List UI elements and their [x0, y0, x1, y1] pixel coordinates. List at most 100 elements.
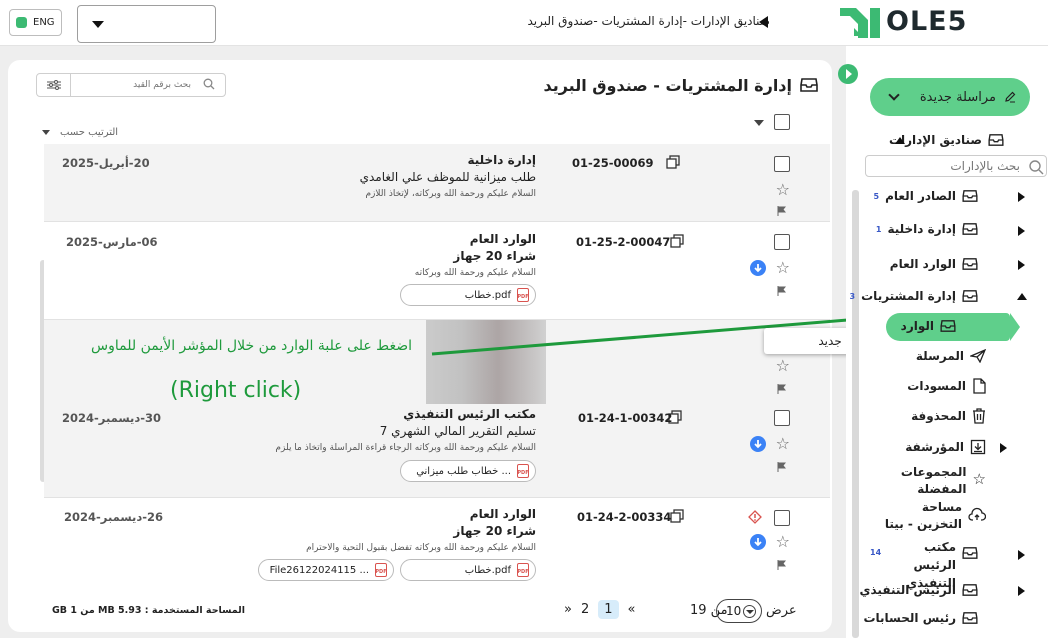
message-row[interactable]: ☆ 01-24-2-00334 الوارد العام شراء 20 جها… [44, 498, 830, 594]
sidebar-scrollbar[interactable] [852, 190, 859, 638]
pen-icon [1005, 91, 1016, 103]
sort-label: الترتيب حسب [60, 127, 119, 138]
flag-icon[interactable] [777, 286, 786, 296]
sidebar-search [865, 155, 1047, 177]
language-toggle[interactable]: ENG [9, 9, 62, 36]
star-icon[interactable]: ☆ [776, 356, 790, 375]
message-department: الوارد العام [469, 232, 536, 246]
annotation-english: (Right click) [170, 378, 302, 403]
star-icon[interactable]: ☆ [776, 180, 790, 199]
pdf-icon: PDF [517, 288, 529, 302]
pdf-icon: PDF [375, 563, 387, 577]
expand-caret-icon[interactable] [1018, 260, 1025, 270]
attachment-chip[interactable]: خطاب.pdf PDF [400, 559, 536, 581]
new-correspondence-button[interactable]: مراسلة جديدة [870, 78, 1030, 116]
select-options-caret-icon[interactable] [754, 120, 764, 126]
row-checkbox[interactable] [774, 510, 790, 526]
new-correspondence-label: مراسلة جديدة [919, 89, 996, 105]
download-arrow-icon[interactable] [750, 534, 766, 550]
attachment-name: File26122024115 ... [269, 564, 369, 576]
expand-caret-icon[interactable] [1018, 586, 1025, 596]
user-dropdown[interactable] [77, 5, 216, 43]
sidebar-subitem-archived[interactable]: المؤرشفة [905, 439, 986, 455]
row-checkbox[interactable] [774, 234, 790, 250]
breadcrumb: صناديق الإدارات -إدارة المشتريات -صندوق … [527, 14, 770, 28]
sidebar-item-general-outgoing[interactable]: الصادر العام 5 [874, 189, 978, 203]
logo-text: OLE5 [886, 6, 968, 37]
flag-icon[interactable] [777, 560, 786, 570]
sidebar-collapse-icon[interactable] [838, 64, 858, 84]
expand-caret-icon[interactable] [1018, 550, 1025, 560]
collapse-caret-icon[interactable] [1017, 293, 1027, 300]
sidebar-subitem-deleted[interactable]: المحذوفة [911, 408, 986, 424]
inbox-tray-icon [962, 223, 978, 235]
filter-sliders-icon[interactable] [37, 74, 71, 96]
attachment-chip[interactable]: خطاب طلب ميزاني ... PDF [400, 460, 536, 482]
flag-icon[interactable] [777, 462, 786, 472]
pagination-last[interactable]: » [564, 602, 572, 617]
sidebar-subitem-label: الوارد [900, 319, 934, 333]
row-checkbox[interactable] [774, 410, 790, 426]
message-snippet: السلام عليكم ورحمة الله وبركاته الرجاء ق… [275, 443, 536, 453]
pdf-icon: PDF [517, 464, 529, 478]
caret-down-icon [92, 21, 104, 28]
star-icon[interactable]: ☆ [776, 258, 790, 277]
star-icon[interactable]: ☆ [776, 434, 790, 453]
sidebar-subitem-drafts[interactable]: المسودات [907, 378, 986, 394]
search-icon [203, 78, 215, 90]
expand-caret-icon[interactable] [1018, 226, 1025, 236]
send-plane-icon [970, 349, 986, 363]
cloud-upload-icon [968, 507, 986, 521]
sidebar-item-ceo[interactable]: الرئيس التنفيذي [859, 583, 978, 597]
flag-icon[interactable] [777, 206, 786, 216]
sidebar-subitem-sent[interactable]: المرسلة [916, 349, 986, 363]
sidebar-item-general-incoming[interactable]: الوارد العام [890, 257, 978, 271]
sidebar-dept-boxes[interactable]: صناديق الإدارات [889, 133, 1004, 147]
attachment-chip[interactable]: File26122024115 ... PDF [258, 559, 394, 581]
inbox-tray-icon [800, 78, 818, 92]
sidebar-search-input[interactable] [870, 158, 1020, 174]
message-date: 30-ديسمبر-2024 [62, 411, 162, 425]
copy-icon[interactable] [666, 155, 680, 169]
download-arrow-icon[interactable] [750, 436, 766, 452]
inbox-tray-icon [962, 584, 978, 596]
unread-badge: 5 [873, 191, 880, 201]
unread-badge: 14 [870, 548, 882, 557]
select-all-checkbox[interactable] [774, 114, 790, 130]
message-department: مكتب الرئيس التنفيذي [403, 407, 536, 421]
attachment-chip[interactable]: خطاب.pdf PDF [400, 284, 536, 306]
sidebar-subitem-storage[interactable]: مساحة التخزين - بيتا [882, 499, 986, 533]
download-arrow-icon[interactable] [750, 260, 766, 276]
copy-icon[interactable] [670, 509, 684, 523]
chevron-down-icon [888, 89, 900, 101]
pagination-page[interactable]: 2 [581, 602, 589, 617]
sidebar-item-head-of-accounts[interactable]: رئيس الحسابات [863, 611, 978, 625]
sidebar-item-internal-admin[interactable]: إدارة داخلية 1 [876, 222, 978, 236]
list-footer: المساحة المستخدمة : 5.93 MB من 1 GB » 2 … [8, 598, 832, 626]
message-row[interactable]: ☆ 01-25-2-00047 الوارد العام شراء 20 جها… [44, 222, 830, 320]
star-icon[interactable]: ☆ [776, 532, 790, 551]
sidebar-subitem-favorite-groups[interactable]: ☆ المجموعات المفضلة [887, 464, 986, 498]
reference-search-input[interactable] [73, 76, 191, 94]
page-title: إدارة المشتريات - صندوق البريد [543, 76, 792, 95]
document-icon [973, 378, 986, 394]
sidebar-subitem-inbox[interactable]: الوارد [901, 319, 956, 333]
sidebar-item-label: إدارة داخلية [887, 222, 956, 236]
sidebar-item-label: الرئيس التنفيذي [859, 583, 956, 597]
flag-icon[interactable] [777, 384, 786, 394]
sidebar-item-procurement[interactable]: إدارة المشتريات 3 [850, 289, 978, 303]
pagination-first[interactable]: « [628, 602, 636, 617]
copy-icon[interactable] [670, 234, 684, 248]
expand-caret-icon[interactable] [1000, 443, 1007, 453]
collapse-caret-icon[interactable] [895, 137, 905, 144]
row-checkbox[interactable] [774, 156, 790, 172]
message-row[interactable]: ☆ 01-25-00069 إدارة داخلية طلب ميزانية ل… [44, 144, 830, 222]
inbox-tray-icon [962, 612, 978, 624]
pagination-current-page[interactable]: 1 [598, 600, 619, 619]
sort-dropdown[interactable]: الترتيب حسب [42, 127, 118, 138]
sidebar-subitem-label: المؤرشفة [905, 440, 964, 454]
per-page-select[interactable]: 10 [716, 599, 762, 623]
pagination: » 2 1 « [564, 600, 636, 619]
top-bar: ENG صناديق الإدارات -إدارة المشتريات -صن… [0, 0, 1048, 46]
expand-caret-icon[interactable] [1018, 192, 1025, 202]
